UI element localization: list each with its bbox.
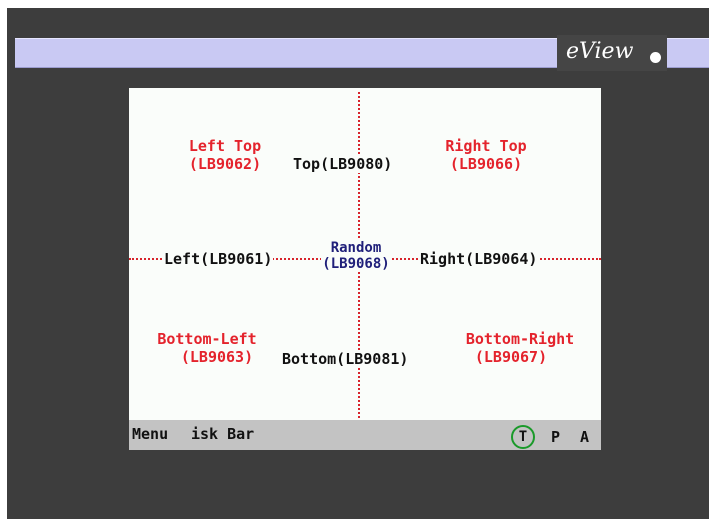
right-label[interactable]: Right(LB9064) (419, 250, 539, 268)
right-top-label[interactable]: Right Top (LB9066) (426, 137, 546, 173)
random-title: Random (329, 240, 383, 256)
status-dot-icon (650, 52, 661, 63)
menu-button[interactable]: Menu (132, 425, 168, 443)
left-top-label[interactable]: Left Top (LB9062) (175, 137, 275, 173)
bottom-label[interactable]: Bottom(LB9081) (281, 350, 410, 368)
bottom-left-address: (LB9063) (180, 348, 254, 366)
left-label[interactable]: Left(LB9061) (163, 250, 274, 268)
random-address: (LB9068) (321, 256, 391, 272)
bottom-left-label[interactable]: Bottom-Left (LB9063) (141, 330, 273, 366)
bottom-right-label[interactable]: Bottom-Right (LB9067) (431, 330, 591, 366)
p-button[interactable]: P (551, 428, 560, 446)
hmi-screen: Left Top (LB9062) Top(LB9080) Right Top … (129, 88, 601, 450)
eview-logo: eView (566, 39, 634, 64)
bottom-right-address: (LB9067) (474, 348, 548, 366)
right-top-title: Right Top (445, 137, 527, 155)
a-button[interactable]: A (580, 428, 589, 446)
right-top-address: (LB9066) (449, 155, 523, 173)
t-button[interactable]: T (511, 425, 535, 449)
task-bar-button[interactable]: isk Bar (191, 425, 254, 443)
top-label[interactable]: Top(LB9080) (292, 155, 394, 173)
random-label[interactable]: Random (LB9068) (312, 240, 400, 272)
bottom-right-title: Bottom-Right (465, 330, 575, 348)
left-top-title: Left Top (188, 137, 262, 155)
bottom-left-title: Bottom-Left (157, 330, 257, 348)
left-top-address: (LB9062) (188, 155, 262, 173)
